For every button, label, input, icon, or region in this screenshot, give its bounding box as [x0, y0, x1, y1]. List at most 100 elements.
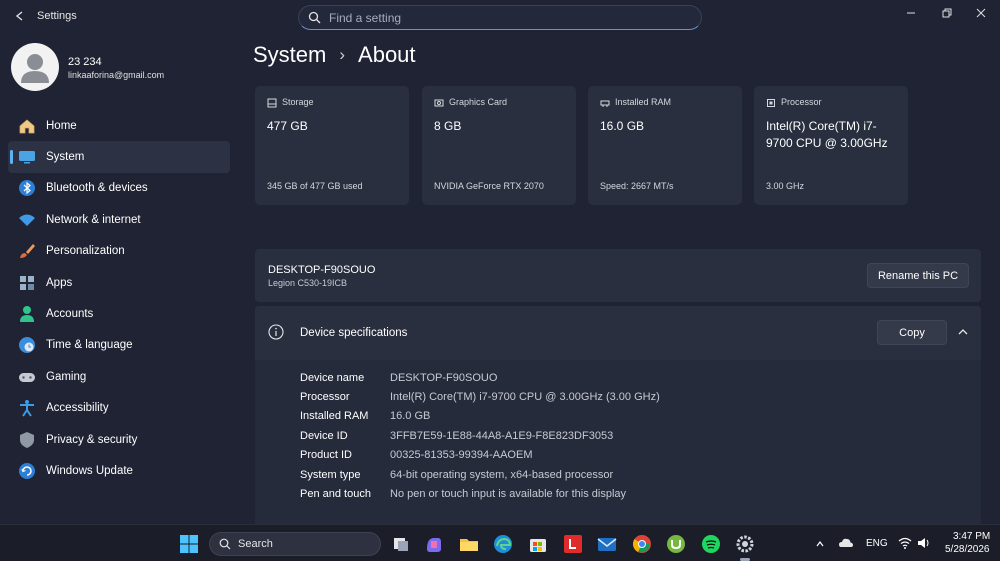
card-label: Installed RAM [615, 97, 672, 107]
minimize-button[interactable] [898, 3, 924, 23]
chrome-icon[interactable] [631, 533, 653, 555]
close-icon [976, 8, 986, 18]
card-value: Intel(R) Core(TM) i7-9700 CPU @ 3.00GHz [766, 119, 888, 150]
sidebar-item-accounts[interactable]: Accounts [8, 298, 230, 329]
spotify-like-icon[interactable] [700, 533, 722, 555]
storage-card: Storage 477 GB 345 GB of 477 GB used [255, 86, 409, 205]
device-specifications-panel: Device specifications Copy Device name DE… [255, 306, 981, 524]
sidebar-item-gaming[interactable]: Gaming [8, 361, 230, 392]
edge-icon[interactable] [492, 533, 514, 555]
sidebar-item-windows-update[interactable]: Windows Update [8, 455, 230, 486]
graphics-card: Graphics Card 8 GB NVIDIA GeForce RTX 20… [422, 86, 576, 205]
breadcrumb-parent[interactable]: System [253, 42, 326, 68]
language-indicator[interactable]: ENG [866, 538, 888, 549]
system-icon [19, 151, 35, 164]
clock-date[interactable]: 5/28/2026 [945, 544, 990, 555]
card-value: 16.0 GB [600, 119, 645, 133]
spec-key: Device name [300, 371, 365, 384]
sidebar-item-time-language[interactable]: Time & language [8, 330, 230, 361]
chevron-up-icon[interactable] [957, 326, 969, 338]
spec-row: System type 64-bit operating system, x64-… [300, 465, 660, 484]
cloud-icon[interactable] [838, 536, 854, 550]
clock-time[interactable]: 3:47 PM [953, 531, 990, 542]
sidebar-item-network[interactable]: Network & internet [8, 204, 230, 235]
person-icon [20, 306, 34, 323]
search-icon [308, 11, 321, 24]
sidebar-item-bluetooth[interactable]: Bluetooth & devices [8, 173, 230, 204]
apps-icon [20, 275, 34, 290]
close-button[interactable] [968, 3, 994, 23]
sidebar-item-home[interactable]: Home [8, 110, 230, 141]
store-icon[interactable] [527, 533, 549, 555]
mail-icon[interactable] [596, 533, 618, 555]
spec-row: Product ID 00325-81353-99394-AAOEM [300, 446, 660, 465]
brush-icon [20, 244, 35, 259]
restore-button[interactable] [934, 3, 960, 23]
sidebar-item-accessibility[interactable]: Accessibility [8, 393, 230, 424]
sidebar-item-label: Windows Update [46, 464, 133, 477]
wifi-icon[interactable] [898, 536, 912, 550]
back-arrow-icon[interactable] [14, 10, 26, 22]
device-specifications-header[interactable]: Device specifications Copy [255, 306, 981, 360]
pc-name-panel: DESKTOP-F90SOUO Legion C530-19ICB Rename… [255, 249, 981, 302]
card-value: 477 GB [267, 119, 308, 133]
card-label: Storage [282, 97, 314, 107]
spec-key: Pen and touch [300, 488, 371, 501]
spec-key: Installed RAM [300, 410, 369, 423]
spec-rows: Device name DESKTOP-F90SOUO Processor Inte… [300, 368, 660, 504]
copy-button[interactable]: Copy [877, 320, 947, 345]
taskbar: Search ENG 3:47 PM 5/28/2026 [0, 524, 1000, 561]
task-view-icon[interactable] [390, 533, 412, 555]
avatar[interactable] [11, 43, 59, 91]
windows-start-icon[interactable] [178, 533, 200, 555]
sidebar-item-system[interactable]: System [8, 141, 230, 173]
spec-key: System type [300, 468, 361, 481]
file-explorer-icon[interactable] [458, 533, 480, 555]
sidebar-item-label: System [46, 151, 85, 164]
search-input[interactable] [329, 9, 689, 27]
card-detail: Speed: 2667 MT/s [600, 181, 674, 191]
spec-row: Device ID 3FFB7E59-1E88-44A8-A1E9-F8E823D… [300, 426, 660, 445]
section-title: Device specifications [300, 327, 408, 339]
taskbar-search-label: Search [238, 538, 273, 550]
info-icon [268, 324, 284, 340]
copilot-icon[interactable] [423, 533, 445, 555]
letter-l-app-icon[interactable] [562, 533, 584, 555]
sidebar-item-label: Home [46, 119, 77, 132]
spec-value: 64-bit operating system, x64-based proce… [390, 468, 614, 481]
spec-value: DESKTOP-F90SOUO [390, 371, 498, 384]
globe-clock-icon [19, 337, 35, 354]
profile-name: 23 234 [68, 56, 102, 68]
taskbar-search[interactable]: Search [209, 532, 381, 556]
pc-name: DESKTOP-F90SOUO [268, 264, 376, 276]
wifi-icon [19, 214, 35, 226]
sidebar-item-personalization[interactable]: Personalization [8, 236, 230, 267]
sidebar-item-label: Personalization [46, 245, 125, 258]
sidebar-nav: Home System Bluetooth & devices Network … [8, 110, 230, 487]
storage-icon [267, 98, 277, 108]
processor-icon [767, 99, 775, 107]
card-label: Processor [781, 97, 822, 107]
sidebar-item-privacy[interactable]: Privacy & security [8, 424, 230, 455]
card-value: 8 GB [434, 119, 462, 133]
sidebar-item-label: Privacy & security [46, 433, 138, 446]
card-label: Graphics Card [449, 97, 508, 107]
processor-card: Processor Intel(R) Core(TM) i7-9700 CPU … [754, 86, 908, 205]
rename-pc-button[interactable]: Rename this PC [867, 263, 969, 288]
spec-key: Product ID [300, 449, 352, 462]
profile-email: linkaaforina@gmail.com [68, 70, 165, 80]
minimize-icon [907, 12, 915, 14]
sidebar-item-apps[interactable]: Apps [8, 267, 230, 298]
chevron-up-icon[interactable] [815, 539, 825, 549]
settings-search[interactable] [298, 5, 702, 30]
spec-key: Processor [300, 391, 350, 404]
settings-gear-icon[interactable] [734, 533, 756, 555]
utorrent-icon[interactable] [665, 533, 687, 555]
volume-icon[interactable] [917, 537, 931, 549]
sidebar-item-label: Network & internet [46, 213, 141, 226]
accessibility-icon [20, 400, 34, 417]
sidebar-item-label: Apps [46, 276, 73, 289]
user-silhouette-icon [21, 54, 49, 83]
spec-row: Device name DESKTOP-F90SOUO [300, 368, 660, 387]
shield-icon [20, 431, 34, 448]
